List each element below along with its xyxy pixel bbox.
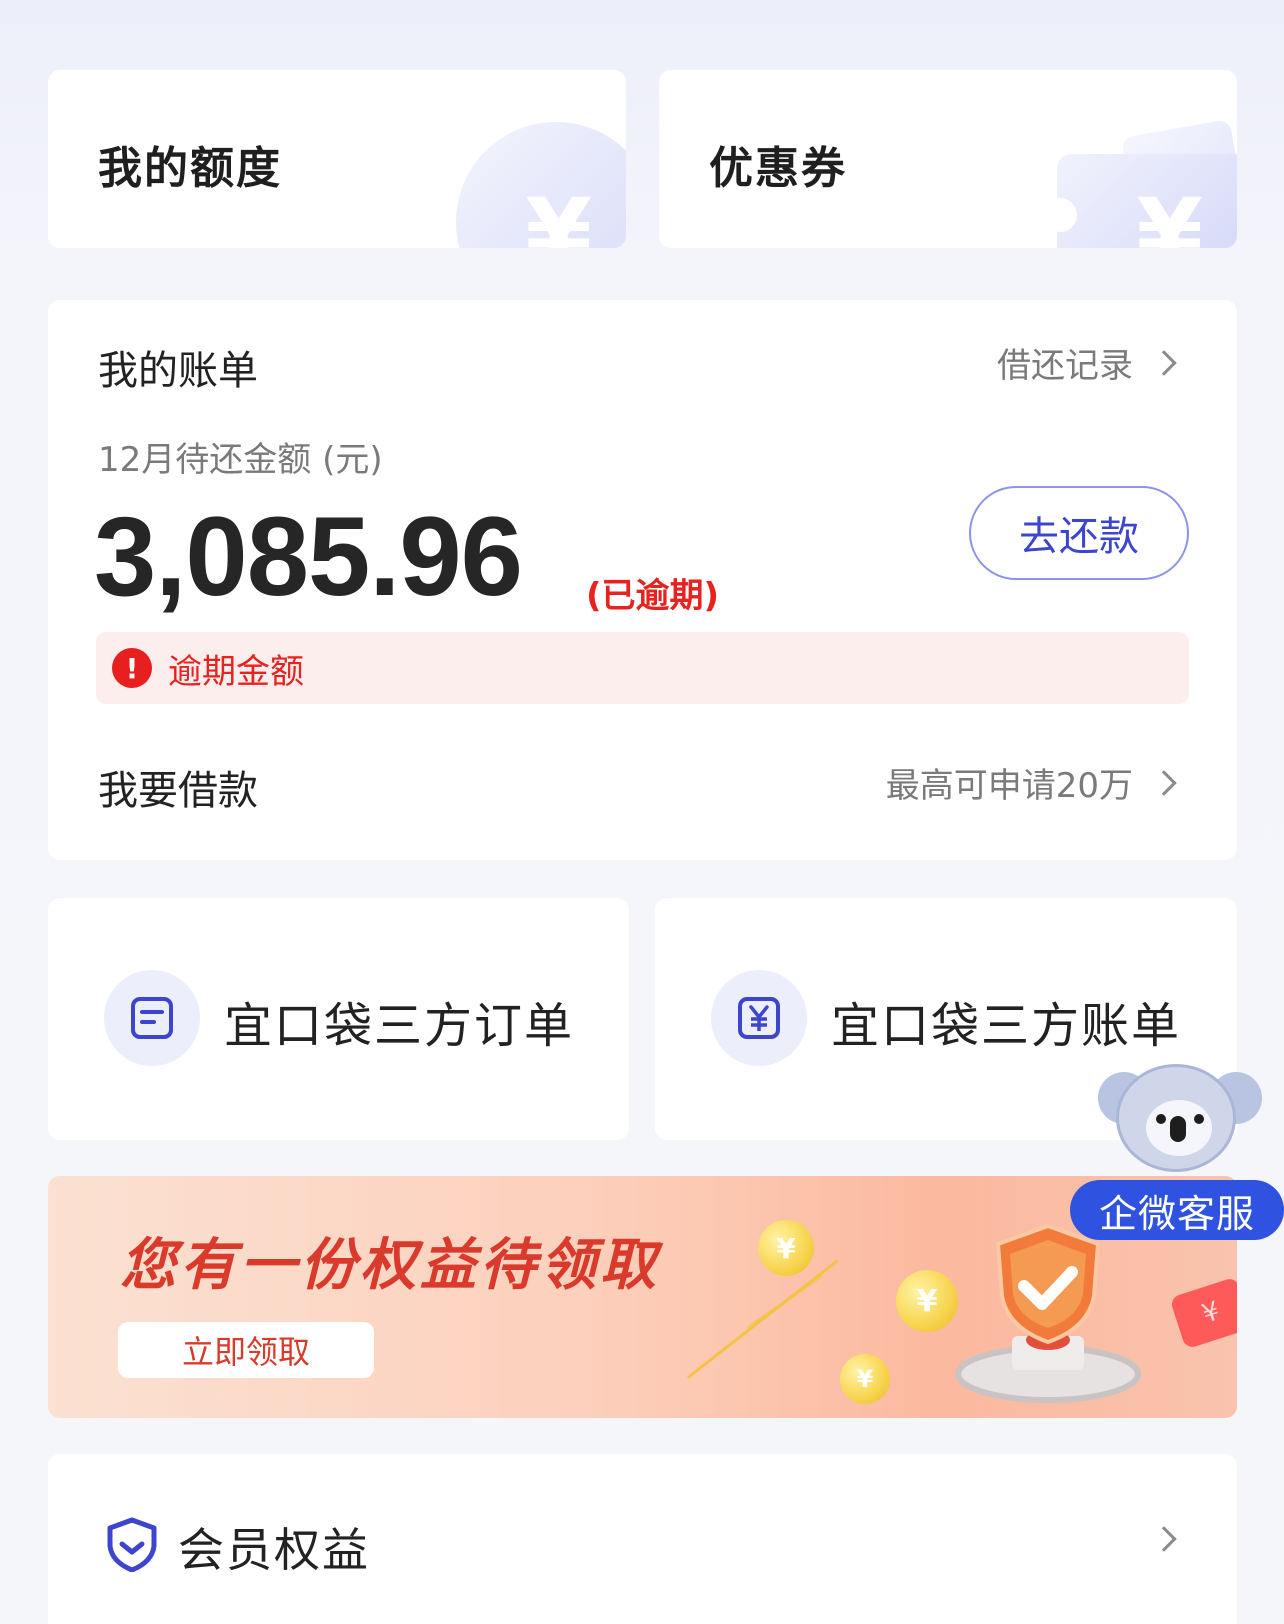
borrow-hint: 最高可申请20万 bbox=[885, 766, 1133, 806]
my-bill-card: 我的账单 借还记录 12月待还金额 (元) 3,085.96 (已逾期) 去还款… bbox=[48, 300, 1237, 860]
ticket-notch bbox=[1043, 198, 1077, 232]
koala-eye bbox=[1194, 1114, 1204, 1124]
my-quota-card[interactable]: 我的额度 ¥ bbox=[48, 70, 626, 248]
claim-now-button[interactable]: 立即领取 bbox=[118, 1322, 374, 1378]
coin-icon: ¥ bbox=[758, 1220, 814, 1276]
support-label: 企微客服 bbox=[1070, 1180, 1284, 1240]
chevron-right-icon bbox=[1151, 1526, 1177, 1552]
repayment-history-label: 借还记录 bbox=[997, 346, 1133, 386]
member-benefits-label: 会员权益 bbox=[178, 1523, 370, 1577]
coupon-title: 优惠券 bbox=[709, 143, 847, 194]
decor-streak bbox=[747, 1274, 823, 1329]
shield-check-icon bbox=[948, 1216, 1148, 1406]
chevron-right-icon bbox=[1151, 349, 1177, 376]
yen-decoration-icon: ¥ bbox=[1136, 178, 1203, 248]
overdue-alert-text: 逾期金额 bbox=[168, 651, 304, 692]
exclamation-icon: ! bbox=[112, 648, 152, 688]
overdue-alert[interactable]: ! 逾期金额 bbox=[96, 632, 1189, 704]
borrow-title: 我要借款 bbox=[98, 768, 258, 814]
third-party-orders-label: 宜口袋三方订单 bbox=[224, 998, 575, 1054]
third-party-orders-card[interactable]: 宜口袋三方订单 bbox=[48, 898, 629, 1140]
member-shield-icon bbox=[104, 1516, 160, 1576]
yen-bill-icon bbox=[711, 970, 807, 1066]
wecom-support-button[interactable]: 企微客服 bbox=[1070, 1064, 1284, 1240]
document-icon bbox=[104, 970, 200, 1066]
my-quota-title: 我的额度 bbox=[98, 143, 282, 194]
yen-decoration-icon: ¥ bbox=[525, 178, 592, 248]
coin-icon: ¥ bbox=[840, 1354, 890, 1404]
red-packet-icon: ¥ bbox=[1169, 1276, 1237, 1350]
chevron-right-icon bbox=[1151, 769, 1177, 796]
overdue-tag: (已逾期) bbox=[586, 576, 720, 616]
third-party-bills-label: 宜口袋三方账单 bbox=[831, 998, 1182, 1054]
coupon-card[interactable]: 优惠券 ¥ bbox=[659, 70, 1237, 248]
my-bill-title: 我的账单 bbox=[98, 348, 258, 394]
koala-eye bbox=[1156, 1114, 1166, 1124]
koala-nose bbox=[1170, 1116, 1186, 1142]
amount-due-value: 3,085.96 bbox=[94, 494, 523, 619]
benefit-promo-banner[interactable]: 您有一份权益待领取 立即领取 ¥ ¥ ¥ ¥ bbox=[48, 1176, 1237, 1418]
borrow-link[interactable]: 最高可申请20万 bbox=[886, 758, 1179, 807]
member-benefits-row[interactable]: 会员权益 bbox=[48, 1454, 1237, 1624]
member-benefits-chevron[interactable] bbox=[1151, 1526, 1179, 1552]
repayment-history-link[interactable]: 借还记录 bbox=[997, 338, 1179, 387]
repay-button[interactable]: 去还款 bbox=[969, 486, 1189, 580]
amount-due-label: 12月待还金额 (元) bbox=[98, 440, 383, 480]
banner-title: 您有一份权益待领取 bbox=[120, 1233, 660, 1298]
